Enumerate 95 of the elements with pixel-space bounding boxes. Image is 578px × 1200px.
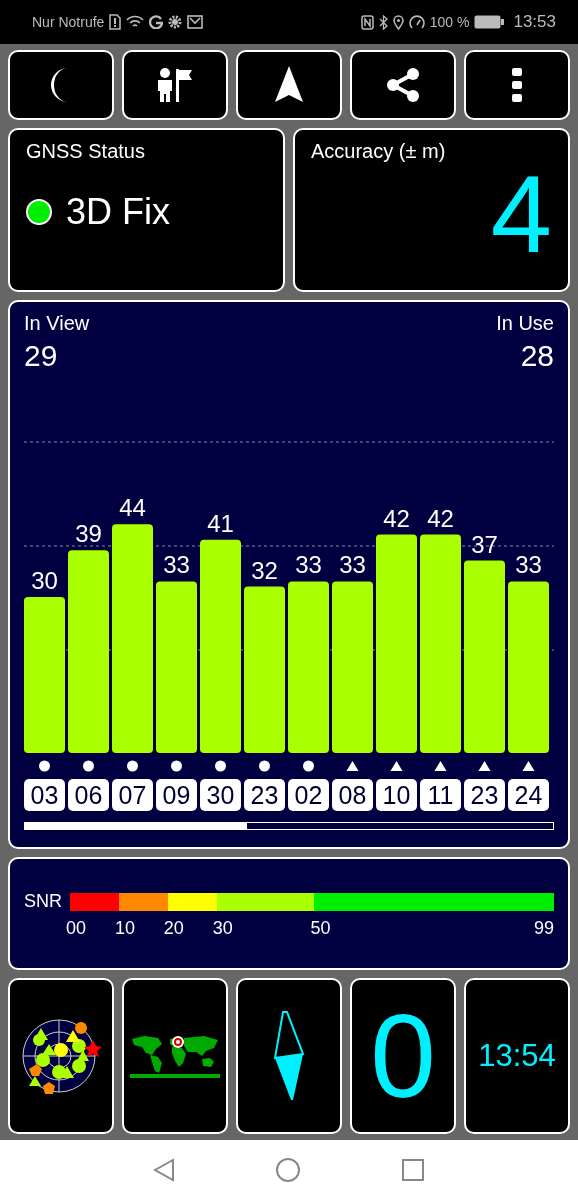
satellite-id: 11	[420, 779, 461, 811]
share-icon	[386, 67, 420, 103]
x-tick-label: 23	[250, 781, 279, 809]
bar-value: 33	[295, 551, 322, 579]
sim-alert-icon	[109, 14, 122, 30]
x-tick-label: 08	[338, 781, 367, 809]
scale-label: 00	[66, 918, 87, 939]
navigation-button[interactable]	[236, 50, 342, 120]
satellite-id: 30	[200, 779, 241, 811]
triangle-marker	[478, 761, 491, 771]
bar-value: 39	[75, 520, 102, 548]
triangle-marker	[390, 761, 403, 771]
triangle-marker	[434, 761, 447, 771]
bar-value: 30	[31, 567, 58, 594]
more-icon	[512, 68, 522, 102]
nfc-icon	[360, 14, 374, 30]
circle-marker	[303, 760, 314, 772]
circle-marker	[39, 760, 50, 772]
google-icon	[149, 15, 164, 29]
bar-value: 32	[251, 556, 278, 584]
clock-tile[interactable]: 13:54	[464, 978, 570, 1134]
triangle-marker	[346, 761, 359, 771]
speedometer-icon	[408, 15, 425, 29]
compass-tile[interactable]	[236, 978, 342, 1134]
bar-value: 42	[383, 504, 410, 532]
person-flag-button[interactable]	[122, 50, 228, 120]
world-map-tile[interactable]	[122, 978, 228, 1134]
scale-label: 10	[114, 918, 135, 939]
satellite-id: 07	[112, 779, 153, 811]
satellite-id: 10	[376, 779, 417, 811]
in-view-label: In View	[24, 312, 90, 335]
night-mode-button[interactable]	[8, 50, 114, 120]
satellite-id: 09	[156, 779, 197, 811]
triangle-marker	[522, 761, 535, 771]
bar-value: 41	[207, 509, 234, 537]
satellite-id: 03	[24, 779, 65, 811]
bluetooth-icon	[378, 14, 388, 30]
x-tick-label: 09	[162, 781, 191, 809]
skyplot-tile[interactable]	[8, 978, 114, 1134]
battery-percent: 100 %	[429, 14, 470, 30]
back-icon[interactable]	[153, 1158, 175, 1182]
satellite-id: 23	[464, 779, 505, 811]
panel-title: Accuracy (± m)	[311, 140, 447, 163]
person-flag-icon	[157, 67, 193, 103]
location-icon	[392, 14, 404, 30]
x-tick-label: 02	[294, 781, 323, 809]
circle-marker	[171, 760, 182, 772]
home-icon[interactable]	[275, 1157, 301, 1183]
clock-time: 13:54	[478, 1038, 556, 1074]
satellite-id: 23	[244, 779, 285, 811]
satellite-id: 02	[288, 779, 329, 811]
x-tick-label: 30	[206, 781, 235, 809]
bar-value: 42	[427, 504, 454, 532]
scale-label: 99	[533, 918, 554, 939]
clock-time: 13:53	[513, 12, 556, 32]
circle-marker	[127, 760, 138, 772]
mail-icon	[187, 15, 204, 29]
satellite-id: 24	[508, 779, 549, 811]
x-tick-label: 11	[427, 781, 454, 809]
x-tick-label: 06	[74, 781, 103, 809]
recents-icon[interactable]	[401, 1158, 425, 1182]
bar-value: 44	[119, 494, 146, 522]
in-use-count: 28	[519, 339, 554, 373]
satellite-id: 08	[332, 779, 373, 811]
satellite-id: 06	[68, 779, 109, 811]
compass-needle-icon	[273, 1010, 305, 1102]
bar-value: 33	[339, 551, 366, 579]
x-tick-label: 24	[514, 781, 543, 809]
panel-title: GNSS Status	[26, 140, 146, 163]
bar-value: 37	[471, 530, 498, 558]
navigation-arrow-icon	[275, 66, 303, 104]
carrier-name: Nur Notrufe	[32, 14, 105, 30]
bar-value: 33	[163, 551, 190, 579]
circle-marker	[83, 760, 94, 772]
in-view-count: 29	[24, 339, 59, 373]
snr-label: SNR	[24, 891, 63, 912]
circle-marker	[215, 760, 226, 772]
menu-button[interactable]	[464, 50, 570, 120]
fix-status: 3D Fix	[66, 191, 170, 233]
x-tick-label: 10	[382, 781, 411, 809]
speed-value: 0	[370, 997, 436, 1115]
x-tick-label: 03	[30, 781, 59, 809]
scale-label: 30	[212, 918, 233, 939]
wifi-icon	[126, 15, 145, 29]
in-use-label: In Use	[496, 312, 554, 335]
accuracy-value: 4	[489, 159, 552, 269]
x-tick-label: 23	[470, 781, 499, 809]
bar-value: 33	[515, 551, 542, 579]
scale-label: 20	[163, 918, 184, 939]
circle-marker	[259, 760, 270, 772]
speed-tile[interactable]: 0	[350, 978, 456, 1134]
scale-label: 50	[310, 918, 331, 939]
x-tick-label: 07	[118, 781, 147, 809]
share-button[interactable]	[350, 50, 456, 120]
battery-icon	[474, 15, 505, 29]
